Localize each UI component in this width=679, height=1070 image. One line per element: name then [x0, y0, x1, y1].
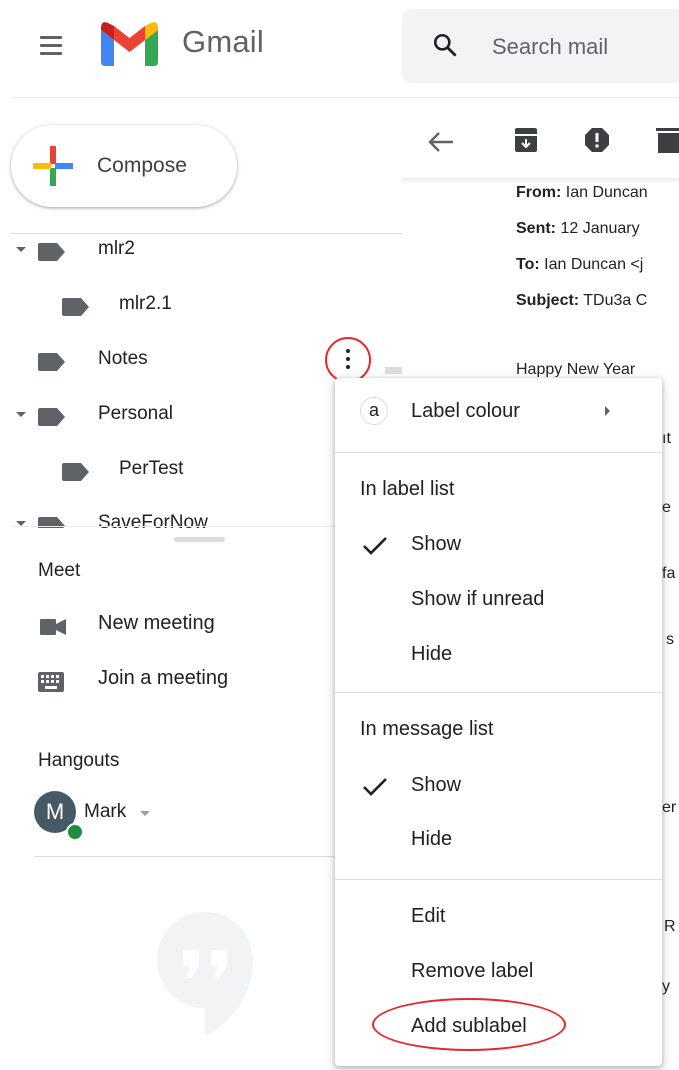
scrollbar-thumb[interactable]	[385, 367, 402, 374]
email-body-fragment: fa	[662, 565, 676, 582]
edit-label-menu-item[interactable]: Edit	[335, 898, 662, 938]
search-bar[interactable]	[402, 9, 679, 83]
email-to: To: Ian Duncan <j	[516, 256, 644, 273]
label-saveforNow[interactable]: SaveForNow	[0, 508, 320, 528]
menu-divider	[335, 452, 662, 453]
label-name: PerTest	[119, 458, 184, 479]
label-name: mlr2.1	[119, 293, 172, 314]
menu-item-label: Edit	[411, 905, 446, 927]
option-label: Show	[411, 774, 462, 796]
search-input[interactable]	[490, 31, 679, 63]
label-mlr2-1[interactable]: mlr2.1	[0, 289, 300, 329]
label-options-menu: a Label colour In label list Show Show i…	[335, 378, 662, 1066]
report-spam-icon[interactable]	[585, 128, 609, 152]
label-colour-swatch: a	[360, 397, 388, 425]
menu-divider	[335, 692, 662, 693]
label-name: Personal	[98, 403, 173, 424]
new-meeting-label: New meeting	[98, 612, 215, 634]
email-greeting: Happy New Year	[516, 361, 636, 377]
email-sent: Sent: 12 January	[516, 220, 640, 237]
back-arrow-icon[interactable]	[428, 131, 454, 153]
new-meeting-button[interactable]: New meeting	[0, 606, 300, 646]
label-list-show-option[interactable]: Show	[335, 526, 662, 566]
email-subject: Subject: TDu3a C	[516, 292, 648, 309]
option-label: Show	[411, 533, 462, 555]
label-tag-icon	[62, 298, 89, 316]
menu-item-label: Remove label	[411, 960, 534, 982]
more-vert-dot	[346, 357, 350, 361]
delete-icon[interactable]	[656, 126, 679, 153]
caret-down-icon[interactable]	[16, 247, 26, 252]
search-icon[interactable]	[432, 32, 458, 58]
user-dropdown-icon[interactable]	[140, 811, 150, 816]
more-vert-dot	[346, 349, 350, 353]
label-name: mlr2	[98, 238, 135, 259]
label-list-show-if-unread-option[interactable]: Show if unread	[335, 581, 662, 621]
label-colour-menu-item[interactable]: a Label colour	[335, 378, 662, 444]
option-label: Show if unread	[411, 588, 545, 610]
online-status-icon	[66, 823, 84, 841]
label-tag-icon	[38, 408, 65, 426]
compose-plus-icon	[33, 146, 73, 186]
gmail-logo-icon[interactable]	[101, 22, 158, 66]
hangouts-title: Hangouts	[38, 750, 120, 771]
caret-down-icon[interactable]	[16, 412, 26, 417]
label-tag-icon	[38, 243, 65, 261]
menu-divider	[335, 879, 662, 880]
email-body-fragment: ıt	[662, 430, 671, 447]
menu-bar	[40, 44, 62, 47]
remove-label-menu-item[interactable]: Remove label	[335, 953, 662, 993]
email-body-fragment: e	[662, 499, 671, 516]
label-tag-icon	[62, 463, 89, 481]
email-body-fragment: er	[662, 799, 677, 816]
menu-bar	[40, 36, 62, 39]
label-mlr2[interactable]: mlr2	[0, 234, 300, 274]
email-body-fragment: R	[664, 918, 676, 935]
section-resize-handle[interactable]	[174, 537, 225, 542]
keyboard-icon	[38, 672, 64, 692]
label-tag-icon	[38, 353, 65, 371]
app-title: Gmail	[182, 24, 264, 59]
option-label: Hide	[411, 828, 453, 850]
header-divider	[10, 97, 679, 98]
hangouts-logo-icon	[157, 912, 253, 1036]
check-icon	[363, 778, 387, 796]
join-meeting-label: Join a meeting	[98, 667, 229, 689]
label-pertest[interactable]: PerTest	[0, 454, 320, 494]
compose-button[interactable]: Compose	[11, 125, 237, 207]
in-label-list-heading: In label list	[360, 478, 455, 500]
label-notes[interactable]: Notes	[0, 344, 300, 384]
main-menu-button[interactable]	[38, 31, 66, 59]
join-meeting-button[interactable]: Join a meeting	[0, 661, 300, 701]
message-list-hide-option[interactable]: Hide	[335, 821, 662, 861]
label-list-hide-option[interactable]: Hide	[335, 636, 662, 676]
label-colour-label: Label colour	[411, 400, 520, 422]
message-list-show-option[interactable]: Show	[335, 767, 662, 807]
in-message-list-heading: In message list	[360, 718, 494, 740]
email-body-fragment: y	[662, 978, 670, 995]
email-body-fragment: s	[666, 631, 674, 648]
label-more-options-button[interactable]	[325, 337, 371, 383]
meet-title: Meet	[38, 560, 81, 581]
label-name: Notes	[98, 348, 148, 369]
option-label: Hide	[411, 643, 453, 665]
videocam-icon	[40, 619, 66, 635]
submenu-arrow-icon	[605, 406, 610, 416]
menu-bar	[40, 52, 62, 55]
email-from: From: Ian Duncan	[516, 184, 648, 201]
compose-label: Compose	[97, 154, 187, 177]
archive-icon[interactable]	[515, 128, 537, 152]
label-personal[interactable]: Personal	[0, 399, 320, 439]
check-icon	[363, 537, 387, 555]
hangouts-user-name[interactable]: Mark	[84, 801, 126, 823]
annotation-highlight-oval	[372, 998, 566, 1051]
more-vert-dot	[346, 365, 350, 369]
